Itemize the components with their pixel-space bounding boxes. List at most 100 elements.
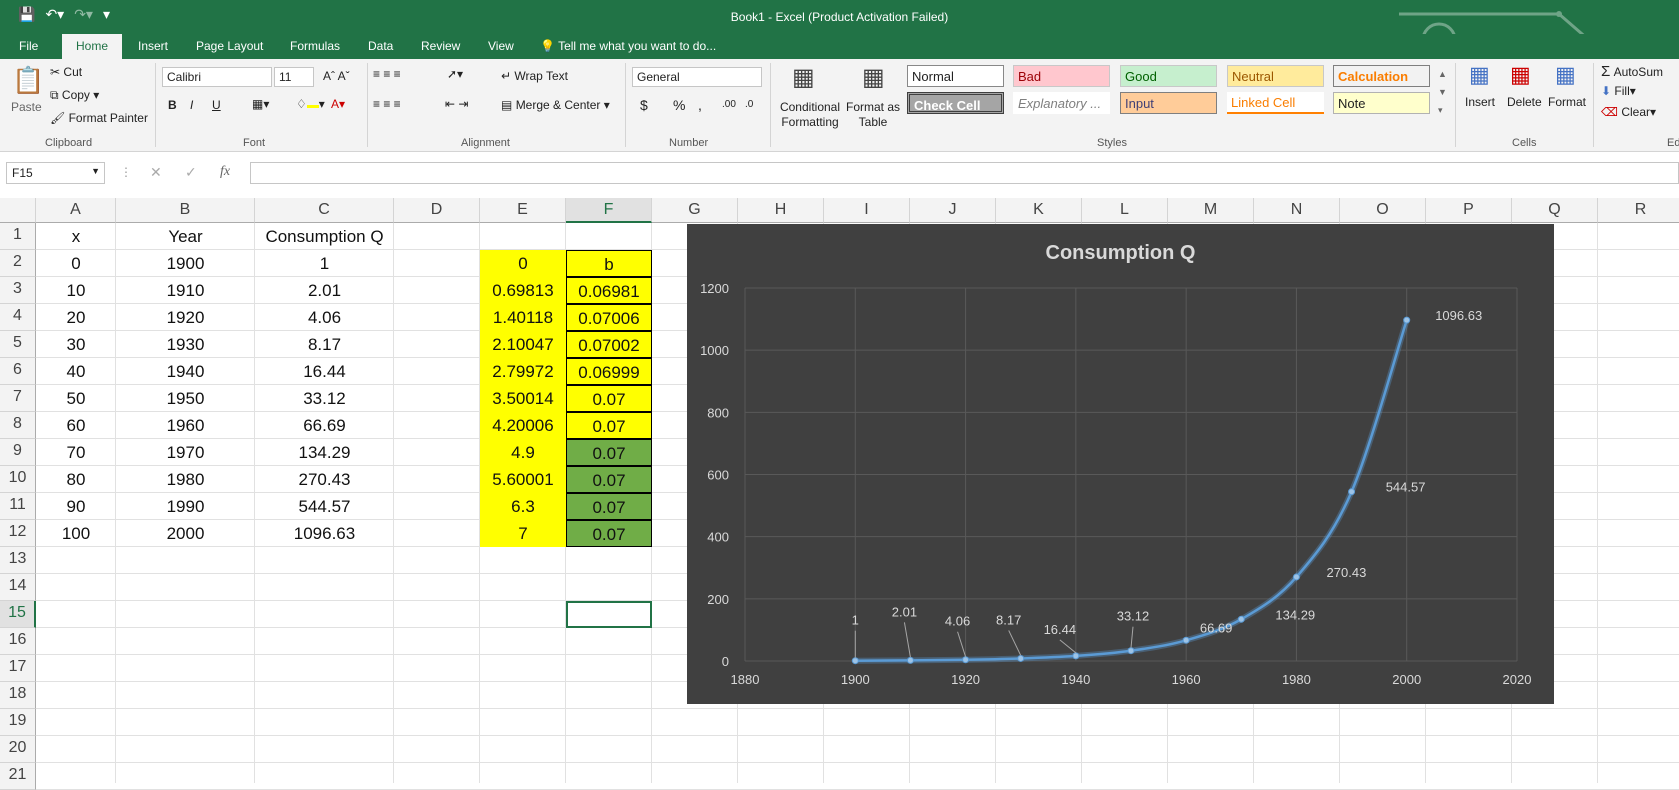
- column-header-h[interactable]: H: [738, 198, 824, 223]
- style-bad[interactable]: Bad: [1013, 65, 1110, 87]
- format-painter-button[interactable]: 🖌 Format Painter: [50, 111, 148, 125]
- cell-a8[interactable]: 60: [36, 412, 116, 439]
- column-header-b[interactable]: B: [116, 198, 255, 223]
- column-header-n[interactable]: N: [1254, 198, 1340, 223]
- cell-f9[interactable]: 0.07: [566, 439, 652, 466]
- increase-decimal-button[interactable]: .00: [722, 99, 736, 110]
- cell-f2[interactable]: b: [566, 250, 652, 277]
- formula-bar-options-icon[interactable]: ⋮: [120, 165, 132, 179]
- column-header-f[interactable]: F: [566, 198, 652, 223]
- grow-font-icon[interactable]: Aˆ Aˇ: [323, 69, 350, 83]
- row-header-19[interactable]: 19: [0, 709, 36, 736]
- cell-c9[interactable]: 134.29: [255, 439, 394, 466]
- row-header-2[interactable]: 2: [0, 250, 36, 277]
- cell-c2[interactable]: 1: [255, 250, 394, 277]
- style-linked-cell[interactable]: Linked Cell: [1227, 92, 1324, 114]
- cell-a3[interactable]: 10: [36, 277, 116, 304]
- cell-a5[interactable]: 30: [36, 331, 116, 358]
- cell-f6[interactable]: 0.06999: [566, 358, 652, 385]
- cell-b7[interactable]: 1950: [116, 385, 255, 412]
- row-header-3[interactable]: 3: [0, 277, 36, 304]
- format-as-table-button[interactable]: Format as Table: [845, 100, 901, 130]
- row-header-13[interactable]: 13: [0, 547, 36, 574]
- comma-button[interactable]: ,: [698, 97, 702, 113]
- number-format-dropdown[interactable]: General: [632, 67, 762, 87]
- fill-color-icon[interactable]: ♢ ▾: [296, 97, 325, 111]
- select-all-corner[interactable]: [0, 198, 36, 223]
- clear-button[interactable]: ⌫ Clear▾: [1601, 105, 1656, 119]
- column-header-l[interactable]: L: [1082, 198, 1168, 223]
- cell-f8[interactable]: 0.07: [566, 412, 652, 439]
- style-explanatory[interactable]: Explanatory ...: [1013, 92, 1110, 114]
- column-header-m[interactable]: M: [1168, 198, 1254, 223]
- currency-button[interactable]: $: [640, 97, 648, 113]
- cell-f11[interactable]: 0.07: [566, 493, 652, 520]
- copy-button[interactable]: ⧉ Copy ▾: [50, 88, 99, 103]
- cell-b3[interactable]: 1910: [116, 277, 255, 304]
- cell-f5[interactable]: 0.07002: [566, 331, 652, 358]
- cell-b6[interactable]: 1940: [116, 358, 255, 385]
- enter-icon[interactable]: ✓: [185, 164, 197, 181]
- cell-c12[interactable]: 1096.63: [255, 520, 394, 547]
- row-header-12[interactable]: 12: [0, 520, 36, 547]
- tab-insert[interactable]: Insert: [138, 39, 168, 53]
- orientation-icon[interactable]: ➚▾: [447, 67, 463, 81]
- column-header-c[interactable]: C: [255, 198, 394, 223]
- cell-b11[interactable]: 1990: [116, 493, 255, 520]
- percent-button[interactable]: %: [673, 97, 685, 113]
- cell-c1[interactable]: Consumption Q: [255, 223, 394, 250]
- tab-page-layout[interactable]: Page Layout: [196, 39, 263, 53]
- column-header-a[interactable]: A: [36, 198, 116, 223]
- column-header-d[interactable]: D: [394, 198, 480, 223]
- style-input[interactable]: Input: [1120, 92, 1217, 114]
- column-header-g[interactable]: G: [652, 198, 738, 223]
- cell-f4[interactable]: 0.07006: [566, 304, 652, 331]
- tab-formulas[interactable]: Formulas: [290, 39, 340, 53]
- row-header-6[interactable]: 6: [0, 358, 36, 385]
- paste-icon[interactable]: 📋: [12, 65, 44, 96]
- cell-b12[interactable]: 2000: [116, 520, 255, 547]
- column-header-k[interactable]: K: [996, 198, 1082, 223]
- column-header-q[interactable]: Q: [1512, 198, 1598, 223]
- cell-e4[interactable]: 1.40118: [480, 304, 566, 331]
- cancel-icon[interactable]: ✕: [150, 164, 162, 181]
- cell-b2[interactable]: 1900: [116, 250, 255, 277]
- cell-c4[interactable]: 4.06: [255, 304, 394, 331]
- insert-cells-button[interactable]: Insert: [1465, 95, 1495, 109]
- cell-e9[interactable]: 4.9: [480, 439, 566, 466]
- active-cell-f15[interactable]: [566, 601, 652, 628]
- style-check-cell[interactable]: Check Cell: [907, 92, 1004, 114]
- insert-cells-icon[interactable]: ▦: [1469, 62, 1490, 88]
- row-header-17[interactable]: 17: [0, 655, 36, 682]
- decrease-decimal-button[interactable]: .0: [745, 99, 753, 110]
- cell-c11[interactable]: 544.57: [255, 493, 394, 520]
- row-header-11[interactable]: 11: [0, 493, 36, 520]
- cell-a12[interactable]: 100: [36, 520, 116, 547]
- delete-cells-icon[interactable]: ▦: [1510, 62, 1531, 88]
- cell-a6[interactable]: 40: [36, 358, 116, 385]
- cell-b8[interactable]: 1960: [116, 412, 255, 439]
- cell-b9[interactable]: 1970: [116, 439, 255, 466]
- font-name-dropdown[interactable]: Calibri: [162, 67, 272, 87]
- cell-e11[interactable]: 6.3: [480, 493, 566, 520]
- style-neutral[interactable]: Neutral: [1227, 65, 1324, 87]
- tab-home[interactable]: Home: [62, 34, 123, 59]
- tab-review[interactable]: Review: [421, 39, 460, 53]
- format-cells-button[interactable]: Format: [1548, 95, 1586, 109]
- style-good[interactable]: Good: [1120, 65, 1217, 87]
- conditional-formatting-icon[interactable]: ▦: [792, 63, 815, 92]
- borders-icon[interactable]: ▦▾: [252, 97, 269, 111]
- row-header-20[interactable]: 20: [0, 736, 36, 763]
- cell-e8[interactable]: 4.20006: [480, 412, 566, 439]
- format-cells-icon[interactable]: ▦: [1555, 62, 1576, 88]
- style-calculation[interactable]: Calculation: [1333, 65, 1430, 87]
- cell-a4[interactable]: 20: [36, 304, 116, 331]
- indent-icon[interactable]: ⇤ ⇥: [445, 97, 468, 111]
- cell-b1[interactable]: Year: [116, 223, 255, 250]
- cell-f12[interactable]: 0.07: [566, 520, 652, 547]
- name-box[interactable]: F15 ▼: [6, 162, 105, 184]
- underline-button[interactable]: U: [212, 98, 221, 112]
- column-header-r[interactable]: R: [1598, 198, 1679, 223]
- cell-c5[interactable]: 8.17: [255, 331, 394, 358]
- row-header-15[interactable]: 15: [0, 601, 36, 628]
